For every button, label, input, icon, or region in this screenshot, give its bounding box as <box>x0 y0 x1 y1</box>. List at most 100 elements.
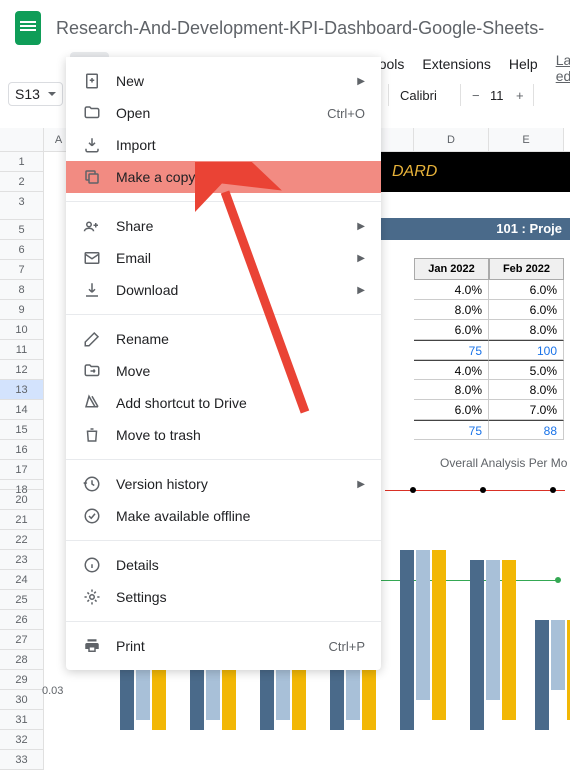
menu-extensions[interactable]: Extensions <box>414 52 498 84</box>
table-cell[interactable]: 6.0% <box>489 280 564 300</box>
menu-make-copy[interactable]: Make a copy <box>66 161 381 193</box>
move-icon <box>82 361 102 381</box>
name-box[interactable]: S13 <box>8 82 63 106</box>
row-header[interactable]: 23 <box>0 550 44 570</box>
row-header[interactable]: 29 <box>0 670 44 690</box>
select-all-cell[interactable] <box>0 128 44 151</box>
table-cell[interactable]: 88 <box>489 420 564 440</box>
row-header[interactable]: 5 <box>0 220 44 240</box>
menu-move[interactable]: Move <box>66 355 381 387</box>
table-header[interactable]: Jan 2022 <box>414 258 489 280</box>
font-selector[interactable]: Calibri <box>400 88 437 103</box>
menu-divider <box>66 314 381 315</box>
table-cell[interactable]: 8.0% <box>489 320 564 340</box>
table-cell[interactable]: 5.0% <box>489 360 564 380</box>
row-header[interactable]: 18 <box>0 480 44 490</box>
submenu-arrow-icon: ▶ <box>357 221 365 232</box>
row-header[interactable]: 20 <box>0 490 44 510</box>
table-cell[interactable]: 75 <box>414 340 489 360</box>
row-header[interactable]: 21 <box>0 510 44 530</box>
toolbar-separator <box>533 84 534 106</box>
menu-label: Import <box>116 137 365 153</box>
menu-label: Email <box>116 250 357 266</box>
row-header[interactable]: 31 <box>0 710 44 730</box>
row-header[interactable]: 3 <box>0 192 44 220</box>
menu-label: Rename <box>116 331 365 347</box>
menu-share[interactable]: Share ▶ <box>66 210 381 242</box>
menu-trash[interactable]: Move to trash <box>66 419 381 451</box>
table-cell[interactable]: 6.0% <box>414 400 489 420</box>
share-icon <box>82 216 102 236</box>
row-header[interactable]: 33 <box>0 750 44 770</box>
email-icon <box>82 248 102 268</box>
table-cell[interactable]: 8.0% <box>414 380 489 400</box>
row-header[interactable]: 7 <box>0 260 44 280</box>
row-header[interactable]: 14 <box>0 400 44 420</box>
submenu-arrow-icon: ▶ <box>357 76 365 87</box>
menu-shortcut: Ctrl+P <box>329 639 365 654</box>
row-header[interactable]: 28 <box>0 650 44 670</box>
menu-email[interactable]: Email ▶ <box>66 242 381 274</box>
menu-print[interactable]: Print Ctrl+P <box>66 630 381 662</box>
menu-offline[interactable]: Make available offline <box>66 500 381 532</box>
table-header[interactable]: Feb 2022 <box>489 258 564 280</box>
row-header[interactable]: 17 <box>0 460 44 480</box>
row-header[interactable]: 8 <box>0 280 44 300</box>
table-cell[interactable]: 6.0% <box>414 320 489 340</box>
font-size-increase[interactable]: + <box>516 88 524 103</box>
row-header[interactable]: 16 <box>0 440 44 460</box>
font-size-selector[interactable]: 11 <box>490 88 504 103</box>
menu-settings[interactable]: Settings <box>66 581 381 613</box>
table-cell[interactable]: 8.0% <box>414 300 489 320</box>
menu-import[interactable]: Import <box>66 129 381 161</box>
row-header[interactable]: 10 <box>0 320 44 340</box>
col-header-d[interactable]: D <box>414 128 489 151</box>
row-header[interactable]: 15 <box>0 420 44 440</box>
row-header[interactable]: 11 <box>0 340 44 360</box>
document-title[interactable]: Research-And-Development-KPI-Dashboard-G… <box>56 18 544 39</box>
print-icon <box>82 636 102 656</box>
row-header[interactable]: 13 <box>0 380 44 400</box>
menu-label: Version history <box>116 476 357 492</box>
table-cell[interactable]: 8.0% <box>489 380 564 400</box>
table-cell[interactable]: 4.0% <box>414 360 489 380</box>
row-header[interactable]: 24 <box>0 570 44 590</box>
row-header[interactable]: 12 <box>0 360 44 380</box>
row-header[interactable]: 30 <box>0 690 44 710</box>
menu-label: Move to trash <box>116 427 365 443</box>
col-header-e[interactable]: E <box>489 128 564 151</box>
row-header[interactable]: 6 <box>0 240 44 260</box>
row-header[interactable]: 9 <box>0 300 44 320</box>
table-cell[interactable]: 6.0% <box>489 300 564 320</box>
submenu-arrow-icon: ▶ <box>357 285 365 296</box>
menu-download[interactable]: Download ▶ <box>66 274 381 306</box>
table-cell[interactable]: 4.0% <box>414 280 489 300</box>
table-cell[interactable]: 75 <box>414 420 489 440</box>
menu-version-history[interactable]: Version history ▶ <box>66 468 381 500</box>
row-header[interactable]: 1 <box>0 152 44 172</box>
row-header[interactable]: 22 <box>0 530 44 550</box>
menu-divider <box>66 540 381 541</box>
menu-details[interactable]: Details <box>66 549 381 581</box>
menu-help[interactable]: Help <box>501 52 546 84</box>
font-size-decrease[interactable]: − <box>472 88 480 103</box>
menu-label: New <box>116 73 357 89</box>
row-headers: 1 2 3 5 6 7 8 9 10 11 12 13 14 15 16 17 … <box>0 152 44 770</box>
table-cell[interactable]: 7.0% <box>489 400 564 420</box>
row-header[interactable]: 25 <box>0 590 44 610</box>
menu-rename[interactable]: Rename <box>66 323 381 355</box>
menu-add-shortcut[interactable]: Add shortcut to Drive <box>66 387 381 419</box>
data-point <box>555 577 561 583</box>
menu-new[interactable]: New ▶ <box>66 65 381 97</box>
download-icon <box>82 280 102 300</box>
last-edit-link[interactable]: Last ed <box>556 52 570 84</box>
row-header[interactable]: 27 <box>0 630 44 650</box>
gear-icon <box>82 587 102 607</box>
row-header[interactable]: 26 <box>0 610 44 630</box>
menu-open[interactable]: Open Ctrl+O <box>66 97 381 129</box>
row-header[interactable]: 32 <box>0 730 44 750</box>
data-point <box>550 487 556 493</box>
row-header[interactable]: 2 <box>0 172 44 192</box>
table-cell[interactable]: 100 <box>489 340 564 360</box>
sheets-logo[interactable] <box>8 8 48 48</box>
